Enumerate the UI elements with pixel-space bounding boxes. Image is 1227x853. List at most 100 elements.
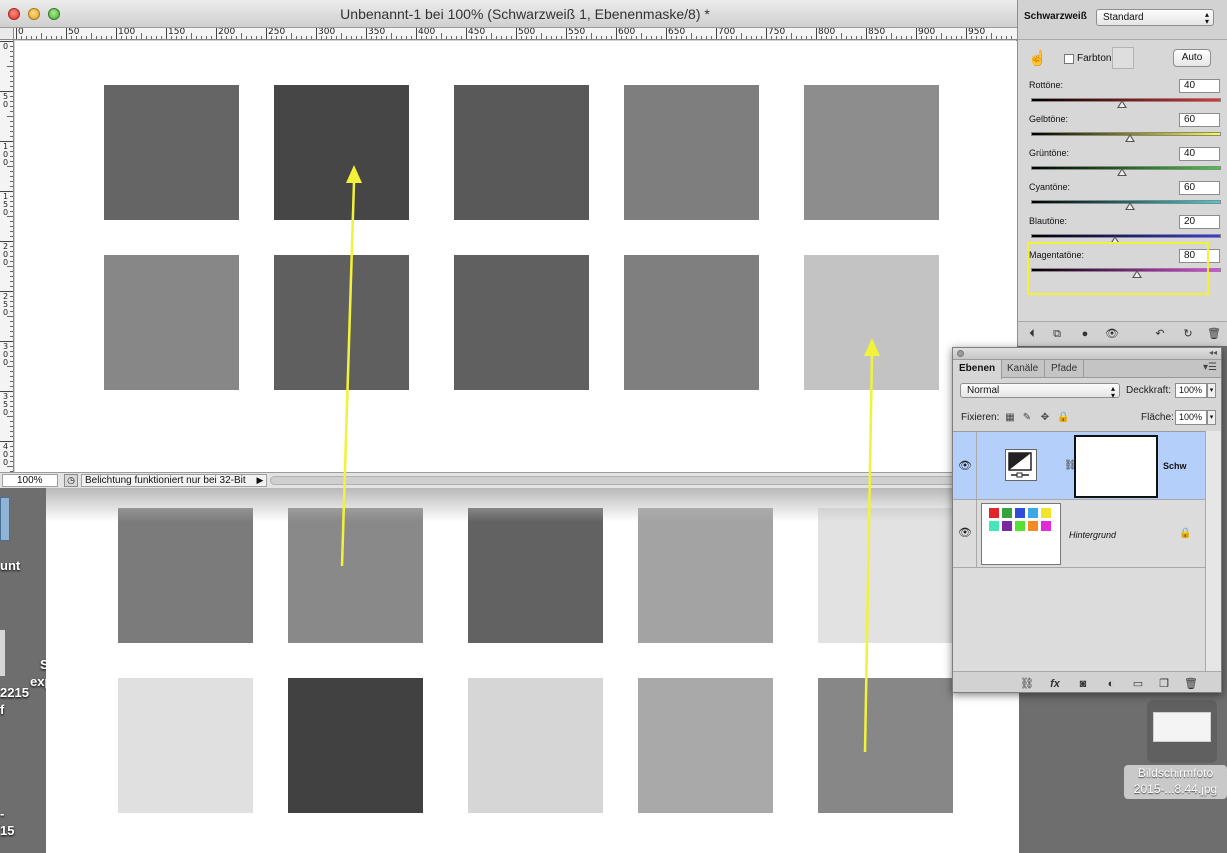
new-adjustment-layer-icon[interactable]: ◐ bbox=[1103, 677, 1119, 691]
ruler-minor-tick bbox=[10, 126, 13, 127]
fill-field[interactable]: 100% bbox=[1175, 410, 1207, 425]
layers-scrollbar[interactable] bbox=[1205, 431, 1221, 671]
ruler-minor-tick bbox=[10, 286, 13, 287]
status-info-text[interactable]: Belichtung funktioniert nur bei 32-Bit bbox=[81, 474, 267, 487]
document-canvas[interactable] bbox=[15, 41, 1017, 472]
ruler-minor-tick bbox=[46, 36, 47, 39]
window-shadow bbox=[46, 488, 1019, 522]
undo-icon[interactable]: ↶ bbox=[1152, 327, 1168, 341]
ruler-minor-tick bbox=[351, 36, 352, 39]
layer-row-background[interactable]: 👁 Hintergrund 🔒 bbox=[953, 500, 1205, 568]
collapse-panel-icon[interactable]: ◂◂ bbox=[1209, 348, 1217, 357]
document-titlebar[interactable]: Unbenannt-1 bei 100% (Schwarzweiß 1, Ebe… bbox=[0, 0, 1017, 28]
lock-transparent-pixels-icon[interactable]: ▦ bbox=[1004, 412, 1016, 424]
slider-value-field[interactable]: 40 bbox=[1179, 79, 1220, 93]
opacity-arrow-icon[interactable]: ▾ bbox=[1207, 383, 1216, 398]
visibility-eye-icon[interactable]: 👁 bbox=[1104, 327, 1120, 341]
layer-style-fx-icon[interactable]: fx bbox=[1047, 677, 1063, 691]
ruler-minor-tick bbox=[10, 331, 13, 332]
ruler-minor-tick bbox=[106, 36, 107, 39]
layer-mask-thumbnail[interactable] bbox=[1074, 435, 1158, 498]
ruler-minor-tick bbox=[486, 36, 487, 39]
farbton-checkbox[interactable] bbox=[1064, 54, 1074, 64]
ruler-minor-tick bbox=[10, 121, 13, 122]
status-info-icon[interactable]: ◷ bbox=[64, 474, 78, 487]
ruler-tick-label: 1 5 0 bbox=[2, 192, 9, 217]
visibility-eye-icon[interactable]: 👁 bbox=[957, 526, 973, 540]
ruler-minor-tick bbox=[656, 36, 657, 39]
slider-thumb[interactable] bbox=[1117, 168, 1128, 176]
ruler-minor-tick bbox=[726, 36, 727, 39]
delete-trash-icon[interactable]: 🗑 bbox=[1206, 327, 1222, 341]
slider-value-field[interactable]: 60 bbox=[1179, 181, 1220, 195]
ruler-minor-tick bbox=[951, 36, 952, 39]
clip-to-layer-icon[interactable]: ⏴ bbox=[1024, 327, 1040, 341]
ruler-minor-tick bbox=[391, 33, 392, 39]
ruler-minor-tick bbox=[10, 196, 13, 197]
slider-value-field[interactable]: 40 bbox=[1179, 147, 1220, 161]
desktop-document-icon[interactable] bbox=[0, 497, 10, 541]
lock-all-icon[interactable]: 🔒 bbox=[1057, 412, 1069, 424]
screenshot-file-label-line1: Bildschirmfoto bbox=[1137, 766, 1214, 780]
tint-color-swatch[interactable] bbox=[1112, 47, 1134, 69]
ruler-tick-label: 3 0 0 bbox=[2, 342, 9, 367]
tab-ebenen[interactable]: Ebenen bbox=[953, 360, 1003, 379]
ruler-minor-tick bbox=[91, 33, 92, 39]
tab-pfade[interactable]: Pfade bbox=[1045, 360, 1085, 378]
slider-label: Cyantöne: bbox=[1029, 182, 1071, 192]
ruler-minor-tick bbox=[556, 36, 557, 39]
visibility-eye-icon[interactable]: 👁 bbox=[957, 459, 973, 473]
auto-button[interactable]: Auto bbox=[1173, 49, 1211, 67]
ruler-minor-tick bbox=[81, 36, 82, 39]
slider-value-field[interactable]: 20 bbox=[1179, 215, 1220, 229]
tab-kanaele[interactable]: Kanäle bbox=[1001, 360, 1046, 378]
mask-icon[interactable]: ● bbox=[1077, 327, 1093, 341]
preset-dropdown[interactable]: Standard ▴ ▾ bbox=[1096, 9, 1214, 26]
add-mask-icon[interactable]: ◙ bbox=[1075, 677, 1091, 691]
ruler-minor-tick bbox=[746, 36, 747, 39]
ruler-minor-tick bbox=[591, 33, 592, 39]
screenshot-file-label[interactable]: Bildschirmfoto 2015-...8.44.jpg bbox=[1124, 765, 1227, 799]
slider-thumb[interactable] bbox=[1124, 202, 1135, 210]
slider-track[interactable] bbox=[1031, 234, 1221, 238]
reset-icon[interactable]: ↻ bbox=[1180, 327, 1196, 341]
fill-arrow-icon[interactable]: ▾ bbox=[1207, 410, 1216, 425]
layers-panel: ◂◂ Ebenen Kanäle Pfade ▾☰ Normal ▴ ▾ Deck… bbox=[952, 347, 1222, 693]
blend-mode-dropdown[interactable]: Normal ▴ ▾ bbox=[960, 383, 1120, 400]
ruler-origin[interactable] bbox=[0, 28, 14, 40]
opacity-field[interactable]: 100% bbox=[1175, 383, 1207, 398]
horizontal-scrollbar[interactable] bbox=[270, 476, 1010, 485]
ruler-major-tick bbox=[566, 28, 567, 39]
layers-panel-titlebar[interactable]: ◂◂ bbox=[953, 348, 1221, 360]
layer-row-bw[interactable]: 👁 ⛓ Schw bbox=[953, 432, 1205, 500]
ruler-minor-tick bbox=[7, 366, 13, 367]
link-layers-icon[interactable]: ⛓ bbox=[1019, 677, 1035, 691]
new-group-folder-icon[interactable]: ▭ bbox=[1130, 677, 1146, 691]
ruler-major-tick bbox=[466, 28, 467, 39]
lock-image-pixels-icon[interactable]: ✎ bbox=[1021, 412, 1033, 424]
ruler-minor-tick bbox=[231, 36, 232, 39]
slider-thumb[interactable] bbox=[1124, 134, 1135, 142]
horizontal-ruler[interactable]: 0 50 100 150 200 250 300 350 400 450 500 550 600 650 7… bbox=[14, 28, 1017, 40]
ruler-tick-label: 4 0 0 bbox=[2, 442, 9, 467]
ruler-minor-tick bbox=[246, 36, 247, 39]
ruler-minor-tick bbox=[7, 116, 13, 117]
delete-layer-trash-icon[interactable]: 🗑 bbox=[1183, 677, 1199, 691]
lock-position-icon[interactable]: ✥ bbox=[1039, 412, 1051, 424]
status-menu-arrow-icon[interactable]: ▶ bbox=[254, 474, 266, 487]
targeted-adjustment-hand-icon[interactable]: ☝ bbox=[1028, 50, 1047, 68]
close-panel-icon[interactable] bbox=[957, 350, 964, 357]
ruler-minor-tick bbox=[10, 381, 13, 382]
vertical-ruler[interactable]: 0 5 0 1 0 0 1 5 0 2 0 0 2 5 0 3 0 0 3 5 0 4 0 0 bbox=[0, 40, 14, 472]
desktop-file-icon[interactable] bbox=[0, 630, 5, 676]
layer-name-bw[interactable]: Schw bbox=[1163, 461, 1187, 471]
zoom-level-field[interactable]: 100% bbox=[2, 474, 58, 487]
new-layer-icon[interactable]: ❐ bbox=[1156, 677, 1172, 691]
panel-menu-icon[interactable]: ▾☰ bbox=[1203, 362, 1217, 373]
ruler-minor-tick bbox=[281, 36, 282, 39]
layer-name-background[interactable]: Hintergrund bbox=[1069, 530, 1116, 540]
view-previous-state-icon[interactable]: ⧉ bbox=[1049, 327, 1065, 341]
ruler-minor-tick bbox=[541, 33, 542, 39]
slider-thumb[interactable] bbox=[1117, 100, 1128, 108]
slider-value-field[interactable]: 60 bbox=[1179, 113, 1220, 127]
